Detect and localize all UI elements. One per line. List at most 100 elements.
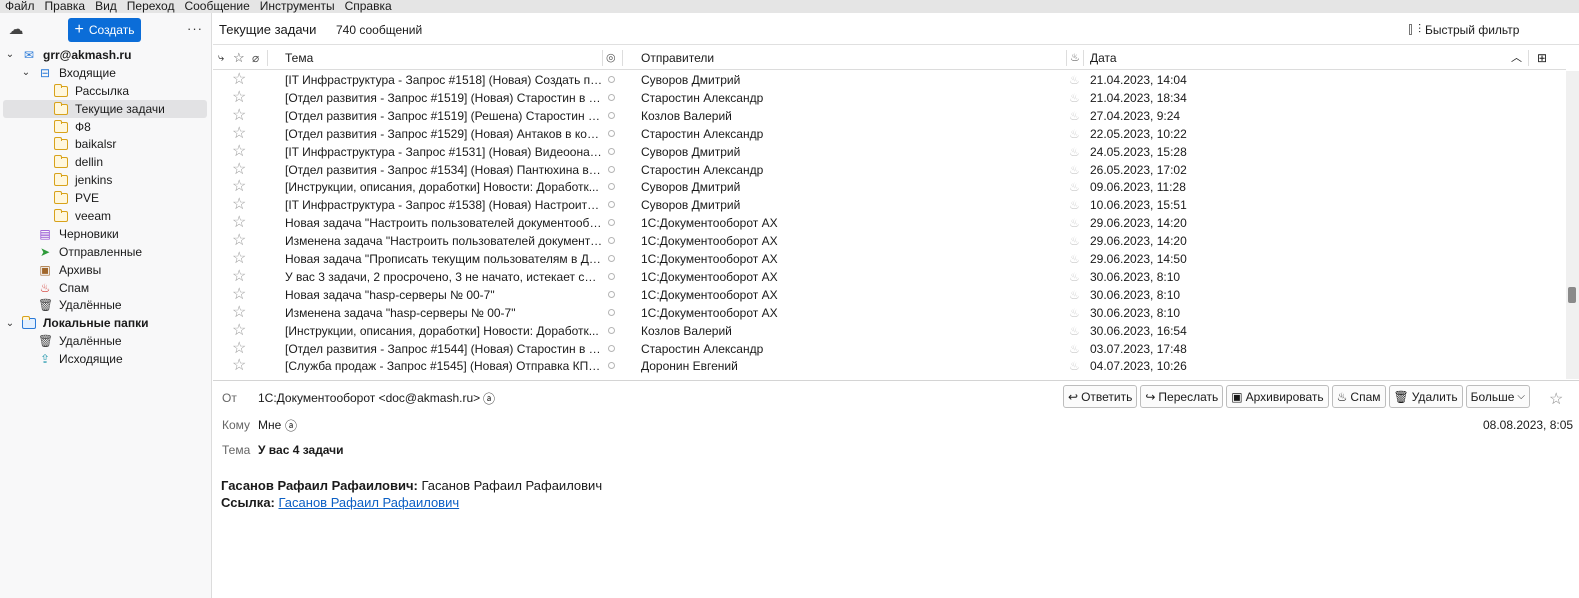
read-status-icon[interactable] bbox=[608, 201, 615, 209]
message-row[interactable]: ☆ Изменена задача "hasp-серверы № 00-7" 1С… bbox=[213, 304, 1566, 322]
junk-status-icon[interactable]: ♨ bbox=[1069, 288, 1080, 302]
message-row[interactable]: ☆ Новая задача "Прописать текущим пользов… bbox=[213, 250, 1566, 268]
folder-item[interactable]: ♨ Спам bbox=[0, 279, 212, 297]
read-status-icon[interactable] bbox=[608, 362, 615, 370]
star-icon[interactable]: ☆ bbox=[1549, 389, 1563, 409]
star-icon[interactable]: ☆ bbox=[232, 161, 246, 178]
star-icon[interactable]: ☆ bbox=[232, 286, 246, 303]
menu-view[interactable]: Вид bbox=[90, 0, 122, 13]
folder-item[interactable]: Ф8 bbox=[0, 118, 212, 136]
star-icon[interactable]: ☆ bbox=[232, 89, 246, 106]
folder-item[interactable]: PVE bbox=[0, 189, 212, 207]
junk-status-icon[interactable]: ♨ bbox=[1069, 73, 1080, 87]
message-row[interactable]: ☆ Новая задача "hasp-серверы № 00-7" 1С:До… bbox=[213, 286, 1566, 304]
read-status-icon[interactable] bbox=[608, 147, 615, 155]
contact-icon[interactable]: ⓐ bbox=[483, 390, 495, 407]
archive-button[interactable]: ▣ Архивировать bbox=[1226, 385, 1329, 408]
junk-status-icon[interactable]: ♨ bbox=[1069, 216, 1080, 230]
thread-column-icon[interactable]: ⤷ bbox=[218, 46, 224, 70]
message-row[interactable]: ☆ Новая задача "Настроить пользователей д… bbox=[213, 214, 1566, 232]
junk-column-icon[interactable]: ♨ bbox=[1070, 46, 1080, 70]
star-icon[interactable]: ☆ bbox=[232, 125, 246, 142]
read-status-icon[interactable] bbox=[608, 76, 615, 83]
message-row[interactable]: ☆ [IT Инфраструктура - Запрос #1538] (Нов… bbox=[213, 196, 1566, 214]
folder-item[interactable]: Рассылка bbox=[0, 82, 212, 100]
twisty-icon[interactable]: ⌄ bbox=[21, 67, 31, 78]
menu-help[interactable]: Справка bbox=[340, 0, 397, 13]
message-row[interactable]: ☆ [Инструкции, описания, доработки] Новос… bbox=[213, 178, 1566, 196]
read-status-icon[interactable] bbox=[608, 308, 615, 316]
star-icon[interactable]: ☆ bbox=[232, 196, 246, 213]
more-options-icon[interactable]: ··· bbox=[187, 21, 203, 36]
star-icon[interactable]: ☆ bbox=[232, 178, 246, 195]
message-row[interactable]: ☆ [Отдел развития - Запрос #1529] (Новая)… bbox=[213, 125, 1566, 143]
date-column-header[interactable]: Дата bbox=[1090, 46, 1117, 70]
junk-status-icon[interactable]: ♨ bbox=[1069, 252, 1080, 266]
from-value[interactable]: 1С:Документооборот <doc@akmash.ru> bbox=[258, 391, 480, 405]
message-row[interactable]: ☆ [IT Инфраструктура - Запрос #1531] (Нов… bbox=[213, 143, 1566, 161]
folder-item[interactable]: ▤ Черновики bbox=[0, 225, 212, 243]
forward-button[interactable]: ↪ Переслать bbox=[1140, 385, 1224, 408]
column-picker-icon[interactable]: ⊞ bbox=[1537, 46, 1547, 70]
folder-item[interactable]: 🗑 Удалённые bbox=[0, 296, 212, 314]
star-icon[interactable]: ☆ bbox=[232, 232, 246, 249]
star-icon[interactable]: ☆ bbox=[232, 71, 246, 88]
read-status-icon[interactable] bbox=[608, 344, 615, 352]
reply-button[interactable]: ↩ Ответить bbox=[1063, 385, 1138, 408]
read-status-icon[interactable] bbox=[608, 237, 615, 245]
read-status-icon[interactable] bbox=[608, 183, 615, 191]
star-icon[interactable]: ☆ bbox=[232, 304, 246, 321]
body-link[interactable]: Гасанов Рафаил Рафаилович bbox=[279, 495, 460, 510]
menu-message[interactable]: Сообщение bbox=[179, 0, 254, 13]
message-row[interactable]: ☆ [IT Инфраструктура - Запрос #1518] (Нов… bbox=[213, 71, 1566, 89]
junk-status-icon[interactable]: ♨ bbox=[1069, 145, 1080, 159]
folder-item[interactable]: veeam bbox=[0, 207, 212, 225]
folder-item[interactable]: 🗑 Удалённые bbox=[0, 332, 212, 350]
message-row[interactable]: ☆ [Служба продаж - Запрос #1545] (Новая) … bbox=[213, 357, 1566, 375]
message-row[interactable]: ☆ [Отдел развития - Запрос #1519] (Новая)… bbox=[213, 89, 1566, 107]
get-messages-icon[interactable]: ☁ bbox=[7, 22, 25, 38]
attachment-column-icon[interactable]: ⌀ bbox=[252, 46, 259, 70]
delete-button[interactable]: 🗑 Удалить bbox=[1388, 385, 1463, 408]
read-status-icon[interactable] bbox=[608, 111, 615, 119]
message-row[interactable]: ☆ У вас 3 задачи, 2 просрочено, 3 не нача… bbox=[213, 268, 1566, 286]
read-status-icon[interactable] bbox=[608, 165, 615, 173]
message-list-scrollbar[interactable] bbox=[1566, 71, 1579, 379]
folder-item[interactable]: ⌄ ⊟ Входящие bbox=[0, 64, 212, 82]
read-status-icon[interactable] bbox=[608, 272, 615, 280]
quick-filter-button[interactable]: ⫶ Быстрый фильтр bbox=[1409, 22, 1519, 37]
scrollbar-thumb[interactable] bbox=[1568, 287, 1576, 303]
junk-status-icon[interactable]: ♨ bbox=[1069, 91, 1080, 105]
twisty-icon[interactable]: ⌄ bbox=[5, 318, 15, 329]
folder-item[interactable]: ➤ Отправленные bbox=[0, 243, 212, 261]
junk-status-icon[interactable]: ♨ bbox=[1069, 270, 1080, 284]
read-status-icon[interactable] bbox=[608, 219, 615, 227]
junk-status-icon[interactable]: ♨ bbox=[1069, 342, 1080, 356]
star-column-icon[interactable]: ☆ bbox=[233, 46, 245, 70]
read-status-icon[interactable] bbox=[608, 93, 615, 101]
create-button[interactable]: + Создать bbox=[68, 18, 141, 42]
folder-item[interactable]: ▣ Архивы bbox=[0, 261, 212, 279]
junk-status-icon[interactable]: ♨ bbox=[1069, 324, 1080, 338]
read-status-column-icon[interactable]: ◎ bbox=[606, 46, 616, 70]
message-row[interactable]: ☆ [Отдел развития - Запрос #1534] (Новая)… bbox=[213, 161, 1566, 179]
junk-status-icon[interactable]: ♨ bbox=[1069, 127, 1080, 141]
read-status-icon[interactable] bbox=[608, 326, 615, 334]
junk-status-icon[interactable]: ♨ bbox=[1069, 234, 1080, 248]
folder-item[interactable]: ⇪ Исходящие bbox=[0, 350, 212, 368]
star-icon[interactable]: ☆ bbox=[232, 143, 246, 160]
menu-tools[interactable]: Инструменты bbox=[255, 0, 340, 13]
menu-go[interactable]: Переход bbox=[122, 0, 180, 13]
spam-button[interactable]: ♨ Спам bbox=[1331, 385, 1386, 408]
read-status-icon[interactable] bbox=[608, 255, 615, 262]
message-row[interactable]: ☆ Изменена задача "Настроить пользователе… bbox=[213, 232, 1566, 250]
menu-file[interactable]: Файл bbox=[0, 0, 40, 13]
junk-status-icon[interactable]: ♨ bbox=[1069, 163, 1080, 177]
star-icon[interactable]: ☆ bbox=[232, 107, 246, 124]
junk-status-icon[interactable]: ♨ bbox=[1069, 180, 1080, 194]
folder-item[interactable]: baikalsr bbox=[0, 135, 212, 153]
star-icon[interactable]: ☆ bbox=[232, 322, 246, 339]
junk-status-icon[interactable]: ♨ bbox=[1069, 198, 1080, 212]
star-icon[interactable]: ☆ bbox=[232, 357, 246, 374]
read-status-icon[interactable] bbox=[608, 129, 615, 137]
